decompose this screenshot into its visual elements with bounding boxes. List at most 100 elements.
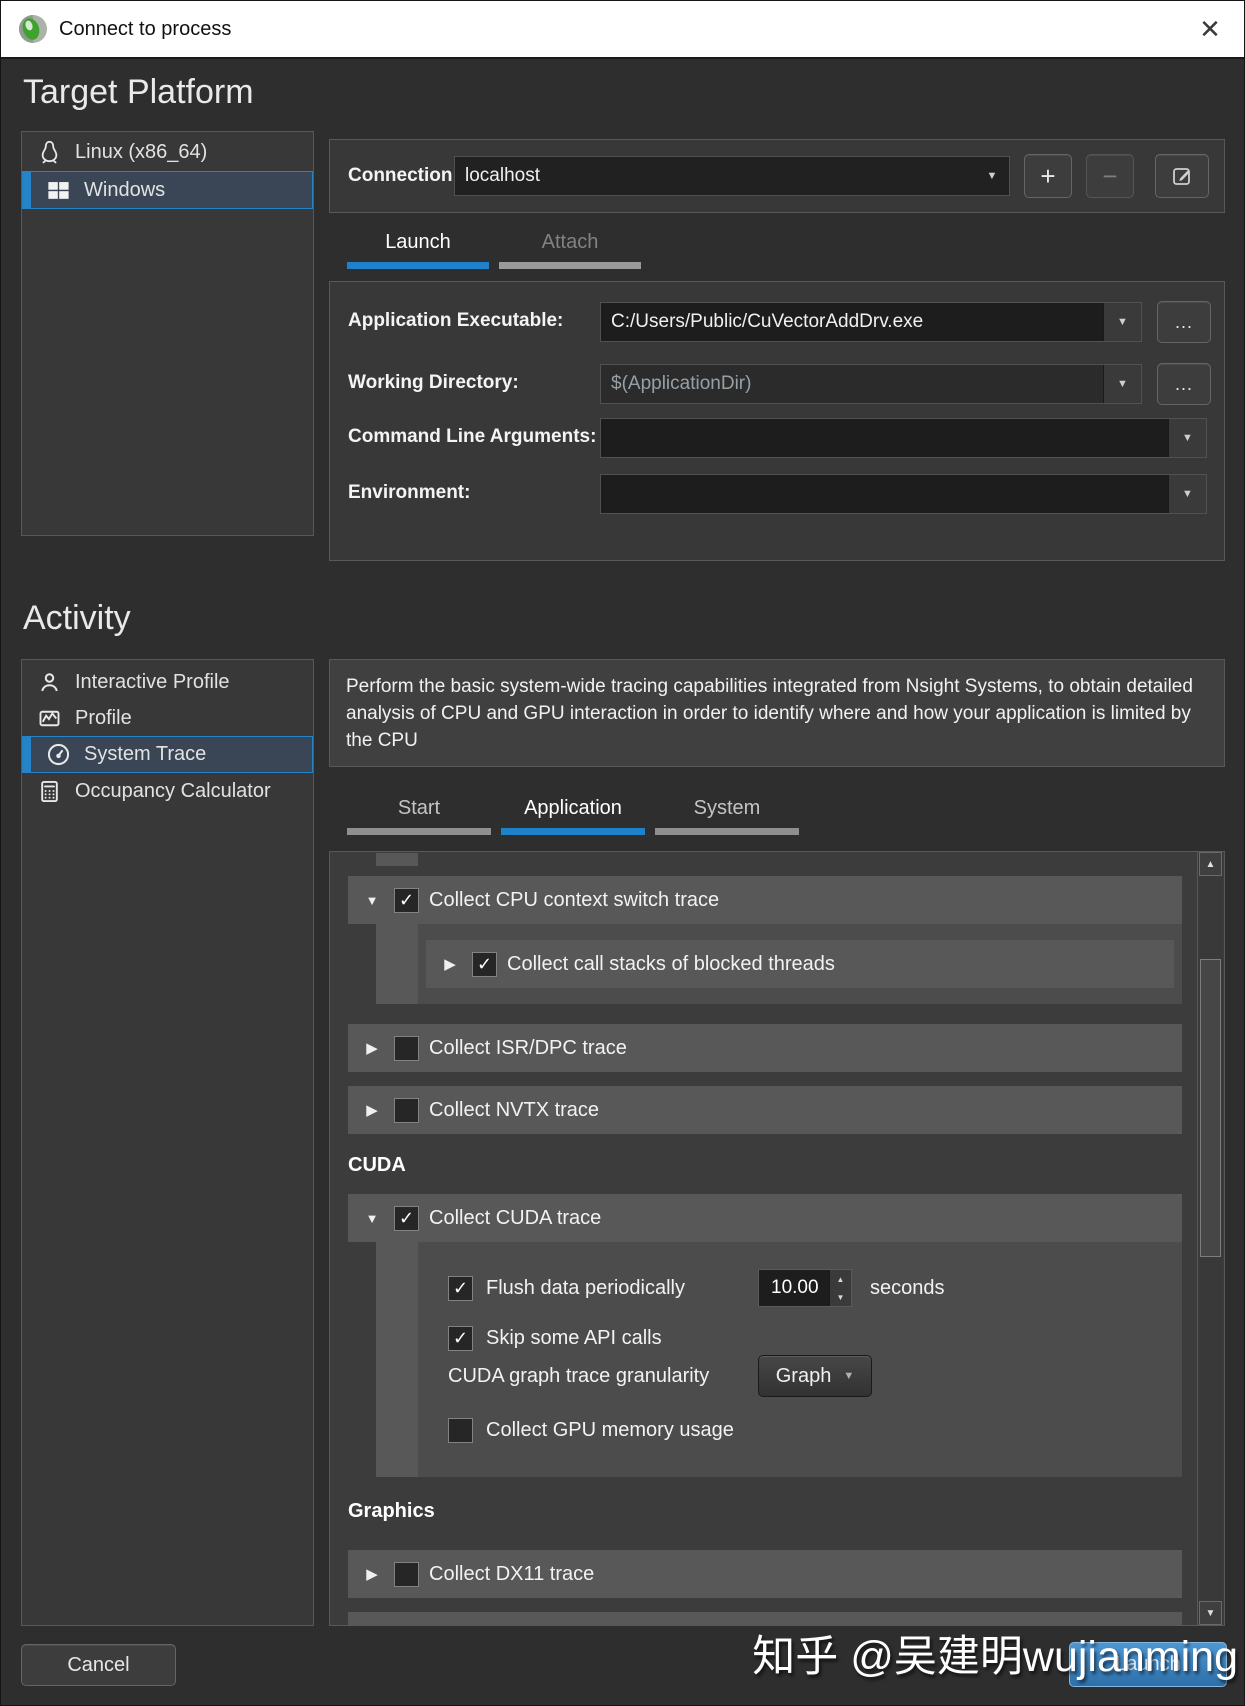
checkbox[interactable]: ✓ <box>448 1276 473 1301</box>
checkbox[interactable] <box>394 1036 419 1061</box>
application-executable-value: C:/Users/Public/CuVectorAddDrv.exe <box>601 311 1103 333</box>
launch-settings-panel: Application Executable: C:/Users/Public/… <box>329 281 1225 561</box>
option-flush-data-periodically[interactable]: ✓ Flush data periodically 10.00 ▲ ▼ seco… <box>418 1266 1182 1310</box>
cancel-button[interactable]: Cancel <box>21 1644 176 1686</box>
platform-label: Windows <box>84 179 165 202</box>
checkbox[interactable]: ✓ <box>472 952 497 977</box>
expand-arrow-icon[interactable]: ▼ <box>360 893 384 908</box>
collapse-arrow-icon[interactable]: ▶ <box>360 1565 384 1583</box>
platform-item-linux[interactable]: Linux (x86_64) <box>22 134 313 171</box>
environment-label: Environment: <box>348 482 470 504</box>
indent-guide <box>376 924 418 1004</box>
application-executable-label: Application Executable: <box>348 310 563 332</box>
expand-arrow-icon[interactable]: ▼ <box>360 1211 384 1226</box>
clipped-row <box>348 1612 1182 1625</box>
chevron-down-icon[interactable]: ▼ <box>1168 419 1206 457</box>
target-platform-heading: Target Platform <box>23 73 254 112</box>
cuda-section-header: CUDA <box>348 1154 406 1177</box>
activity-item-occupancy-calculator[interactable]: Occupancy Calculator <box>22 773 313 809</box>
checkbox[interactable] <box>394 1098 419 1123</box>
activity-item-profile[interactable]: Profile <box>22 700 313 736</box>
selection-bar <box>22 736 31 773</box>
activity-label: System Trace <box>84 743 206 766</box>
option-collect-cuda-trace[interactable]: ▼ ✓ Collect CUDA trace <box>348 1194 1182 1242</box>
option-collect-call-stacks[interactable]: ▶ ✓ Collect call stacks of blocked threa… <box>426 940 1174 988</box>
edit-connection-button[interactable] <box>1155 154 1209 198</box>
option-cuda-graph-granularity: CUDA graph trace granularity Graph ▼ <box>418 1354 1182 1398</box>
activity-item-system-trace[interactable]: System Trace <box>22 736 313 773</box>
remove-connection-button[interactable]: − <box>1086 154 1134 198</box>
nvidia-nsight-icon <box>17 13 49 45</box>
platform-item-windows[interactable]: Windows <box>22 171 313 209</box>
platform-label: Linux (x86_64) <box>75 141 207 164</box>
activity-description: Perform the basic system-wide tracing ca… <box>330 660 1224 767</box>
graph-granularity-dropdown[interactable]: Graph ▼ <box>758 1355 872 1397</box>
activity-label: Interactive Profile <box>75 671 230 694</box>
windows-logo-icon <box>45 177 72 204</box>
scrollbar-thumb[interactable] <box>1200 959 1221 1257</box>
activity-item-interactive-profile[interactable]: Interactive Profile <box>22 664 313 700</box>
option-collect-dx11[interactable]: ▶ Collect DX11 trace <box>348 1550 1182 1598</box>
option-collect-cpu-context-switch[interactable]: ▼ ✓ Collect CPU context switch trace <box>348 876 1182 924</box>
flush-interval-spinner[interactable]: 10.00 ▲ ▼ <box>758 1269 852 1307</box>
chevron-down-icon: ▼ <box>975 170 1009 182</box>
checkbox[interactable]: ✓ <box>448 1326 473 1351</box>
command-line-arguments-field[interactable]: ▼ <box>600 418 1207 458</box>
checkbox[interactable] <box>394 1562 419 1587</box>
tab-application[interactable]: Application <box>501 789 645 837</box>
working-directory-value: $(ApplicationDir) <box>601 373 1103 395</box>
environment-field[interactable]: ▼ <box>600 474 1207 514</box>
collapse-arrow-icon[interactable]: ▶ <box>360 1039 384 1057</box>
checkbox[interactable]: ✓ <box>394 1206 419 1231</box>
working-directory-label: Working Directory: <box>348 372 519 394</box>
gauge-icon <box>45 741 72 768</box>
scroll-up-icon[interactable]: ▲ <box>1199 852 1222 876</box>
tab-launch[interactable]: Launch <box>347 223 489 271</box>
add-connection-button[interactable]: + <box>1024 154 1072 198</box>
window-title: Connect to process <box>59 18 231 41</box>
activity-heading: Activity <box>23 599 131 638</box>
option-collect-gpu-memory[interactable]: Collect GPU memory usage <box>418 1410 1182 1450</box>
chevron-down-icon[interactable]: ▼ <box>1168 475 1206 513</box>
scroll-down-icon[interactable]: ▼ <box>1199 1601 1222 1625</box>
connection-label: Connection: <box>348 140 459 212</box>
checkbox[interactable]: ✓ <box>394 888 419 913</box>
option-collect-isr-dpc[interactable]: ▶ Collect ISR/DPC trace <box>348 1024 1182 1072</box>
activity-label: Profile <box>75 707 132 730</box>
connection-select[interactable]: localhost ▼ <box>454 156 1010 196</box>
collapse-arrow-icon[interactable]: ▶ <box>360 1101 384 1119</box>
scrollbar[interactable]: ▲ ▼ <box>1197 852 1223 1625</box>
chevron-down-icon[interactable]: ▼ <box>1103 303 1141 341</box>
connect-to-process-dialog: Connect to process ✕ Target Platform Lin… <box>0 0 1245 1706</box>
option-collect-nvtx[interactable]: ▶ Collect NVTX trace <box>348 1086 1182 1134</box>
cpu-context-children: ▶ ✓ Collect call stacks of blocked threa… <box>418 924 1182 1004</box>
chevron-down-icon[interactable]: ▼ <box>1103 365 1141 403</box>
working-directory-field[interactable]: $(ApplicationDir) ▼ <box>600 364 1142 404</box>
browse-working-directory-button[interactable]: ... <box>1157 363 1211 405</box>
title-bar: Connect to process ✕ <box>1 1 1244 59</box>
flush-interval-unit: seconds <box>870 1277 945 1300</box>
collapse-arrow-icon[interactable]: ▶ <box>438 955 462 973</box>
spinner-down-icon[interactable]: ▼ <box>830 1288 851 1306</box>
activity-description-panel: Perform the basic system-wide tracing ca… <box>329 659 1225 767</box>
platform-list: Linux (x86_64) Windows <box>21 131 314 536</box>
connection-value: localhost <box>455 165 975 187</box>
checkbox[interactable] <box>448 1418 473 1443</box>
linux-penguin-icon <box>36 139 63 166</box>
application-executable-field[interactable]: C:/Users/Public/CuVectorAddDrv.exe ▼ <box>600 302 1142 342</box>
graphics-section-header: Graphics <box>348 1500 435 1523</box>
close-icon[interactable]: ✕ <box>1192 1 1228 57</box>
browse-executable-button[interactable]: ... <box>1157 301 1211 343</box>
flush-interval-value[interactable]: 10.00 <box>759 1270 829 1306</box>
selection-bar <box>22 171 31 209</box>
tab-system[interactable]: System <box>655 789 799 837</box>
spinner-up-icon[interactable]: ▲ <box>830 1270 851 1288</box>
activity-list: Interactive Profile Profile System Trace… <box>21 659 314 1626</box>
tab-start[interactable]: Start <box>347 789 491 837</box>
launch-button[interactable]: Launch <box>1069 1642 1227 1687</box>
tab-attach[interactable]: Attach <box>499 223 641 271</box>
indent-guide <box>376 1242 418 1477</box>
connection-panel: Connection: localhost ▼ + − <box>329 139 1225 213</box>
option-skip-api-calls[interactable]: ✓ Skip some API calls <box>418 1318 1182 1358</box>
activity-label: Occupancy Calculator <box>75 780 271 803</box>
